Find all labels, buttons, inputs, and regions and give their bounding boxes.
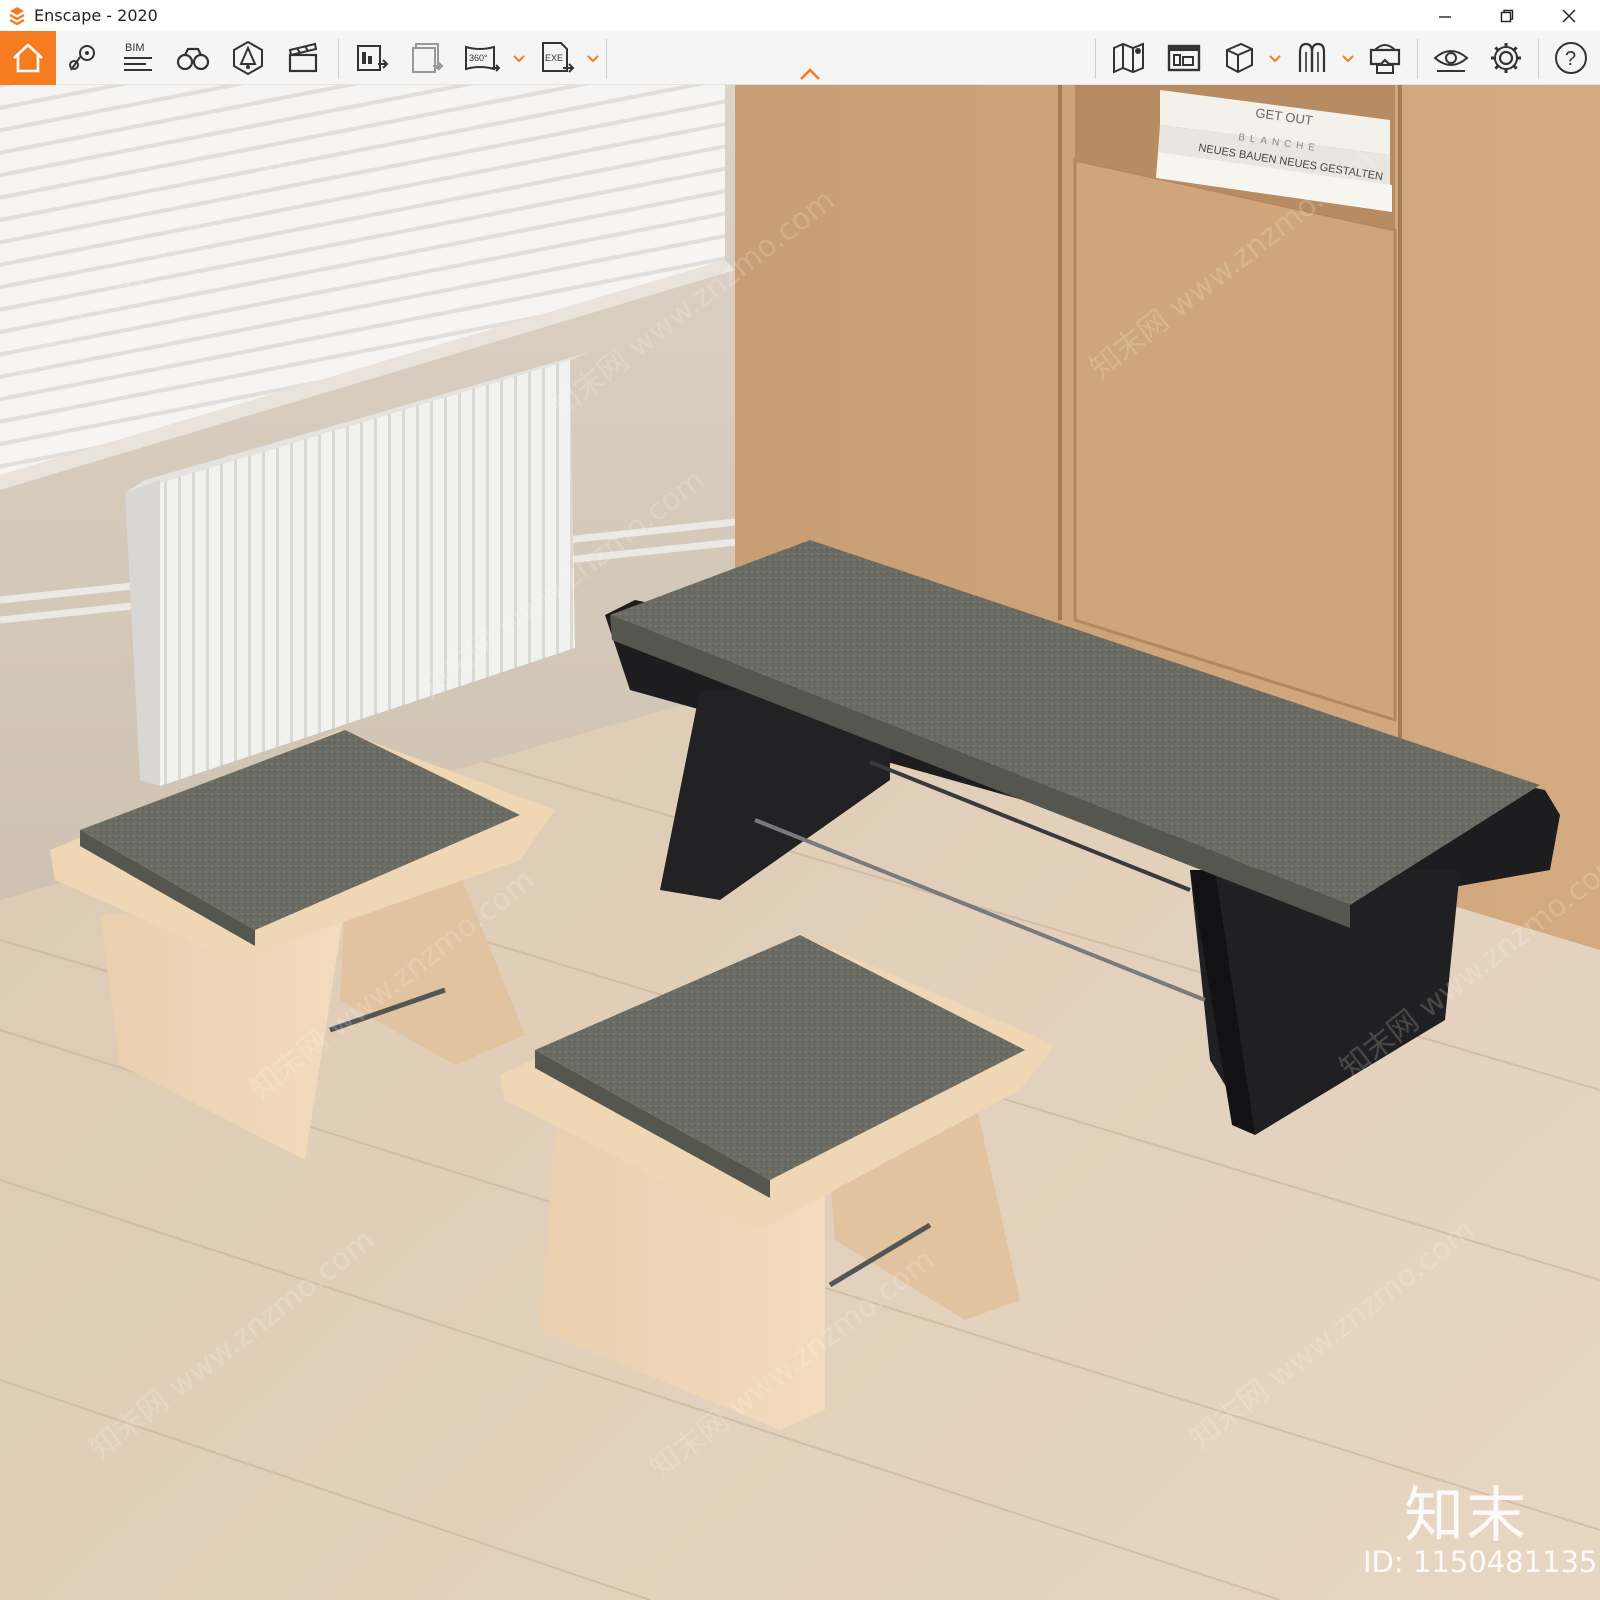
collapse-toolbar-chevron-up-icon[interactable]: [798, 67, 822, 81]
screenshot-export-button[interactable]: [347, 33, 397, 83]
location-pin-icon: [69, 45, 95, 71]
svg-text:360°: 360°: [469, 53, 488, 63]
material-editor-button[interactable]: [1287, 33, 1337, 83]
svg-text:EXE: EXE: [545, 53, 563, 63]
visual-settings-button[interactable]: [1426, 33, 1476, 83]
bim-icon: BIM: [124, 42, 152, 71]
exe-export-dropdown[interactable]: [586, 45, 600, 73]
map-button[interactable]: [1104, 33, 1154, 83]
svg-text:?: ?: [1565, 48, 1576, 70]
scene-render: GET OUT BLANCHE NEUES BAUEN NEUES GESTAL…: [0, 85, 1600, 1600]
screenshot-export-icon: [357, 45, 389, 71]
light-view-icon: [233, 40, 263, 76]
restore-icon: [1500, 9, 1514, 22]
window-controls: [1414, 0, 1600, 31]
exe-export-button[interactable]: EXE: [532, 33, 582, 83]
minimize-button[interactable]: [1414, 0, 1476, 31]
window-title: Enscape - 2020: [34, 6, 158, 25]
chevron-down-icon: [1342, 55, 1354, 63]
title-bar: Enscape - 2020: [0, 0, 1600, 31]
toolbar-separator: [1095, 39, 1096, 79]
render-viewport[interactable]: GET OUT BLANCHE NEUES BAUEN NEUES GESTAL…: [0, 85, 1600, 1600]
material-dropdown[interactable]: [1341, 45, 1355, 73]
map-icon: [1113, 42, 1144, 74]
enscape-logo-icon: [9, 6, 25, 25]
watermark-logo: 知末: [1404, 1481, 1528, 1551]
light-view-button[interactable]: [223, 33, 273, 83]
asset-library-button[interactable]: [1159, 33, 1209, 83]
vr-headset-button[interactable]: [1360, 33, 1410, 83]
material-editor-icon: [1298, 42, 1326, 72]
help-icon: ?: [1555, 42, 1587, 74]
help-button[interactable]: ?: [1546, 33, 1596, 83]
restore-button[interactable]: [1476, 0, 1538, 31]
svg-text:BIM: BIM: [125, 42, 145, 54]
panorama-button[interactable]: 360°: [457, 33, 507, 83]
panorama-dropdown[interactable]: [512, 45, 526, 73]
view-management-button[interactable]: [58, 33, 108, 83]
video-editor-button[interactable]: [278, 33, 328, 83]
settings-button[interactable]: [1481, 33, 1531, 83]
chevron-down-icon: [513, 55, 525, 63]
close-icon: [1562, 8, 1576, 23]
cube-icon: [1226, 42, 1253, 74]
batch-export-button[interactable]: [402, 33, 452, 83]
watermark-id: ID: 1150481135: [1363, 1545, 1598, 1579]
chevron-down-icon: [1269, 55, 1281, 63]
visual-settings-icon: [1433, 50, 1469, 72]
exe-export-icon: EXE: [542, 42, 575, 73]
toolbar-separator: [606, 39, 607, 79]
asset-library-icon: [1167, 44, 1201, 72]
home-icon: [13, 43, 43, 73]
home-button[interactable]: [0, 31, 56, 85]
chevron-down-icon: [587, 55, 599, 63]
batch-export-icon: [412, 43, 444, 73]
close-button[interactable]: [1538, 0, 1600, 31]
settings-gear-icon: [1491, 43, 1521, 73]
fly-mode-button[interactable]: [168, 33, 218, 83]
toolbar-separator: [1417, 39, 1418, 79]
bim-button[interactable]: BIM: [113, 33, 163, 83]
toolbar-separator: [338, 39, 339, 79]
clapperboard-icon: [288, 42, 318, 73]
toolbar-separator: [1538, 39, 1539, 79]
object-dropdown[interactable]: [1268, 45, 1282, 73]
object-button[interactable]: [1214, 33, 1264, 83]
minimize-icon: [1439, 15, 1451, 18]
binoculars-icon: [176, 47, 210, 71]
panorama-360-icon: 360°: [465, 45, 501, 72]
vr-headset-icon: [1369, 44, 1401, 74]
